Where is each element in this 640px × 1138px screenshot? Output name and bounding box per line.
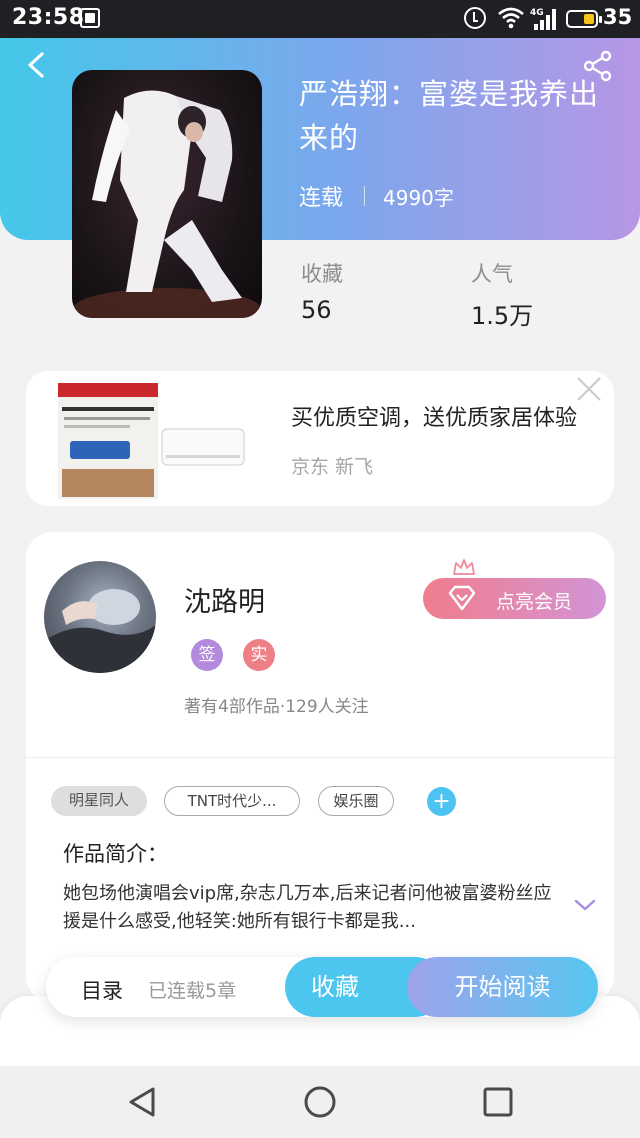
alarm-icon — [464, 7, 486, 29]
popularity-count: 1.5万 — [471, 302, 534, 330]
ad-title[interactable]: 买优质空调，送优质家居体验 — [291, 400, 577, 432]
start-reading-button[interactable]: 开始阅读 — [407, 957, 598, 1017]
signed-badge: 签 — [191, 639, 223, 671]
section-divider — [26, 757, 614, 758]
verified-badge: 实 — [243, 639, 275, 671]
author-stats: 著有4部作品·129人关注 — [184, 697, 369, 717]
back-arrow-icon[interactable] — [24, 52, 50, 78]
tag-tnt[interactable]: TNT时代少... — [164, 786, 300, 816]
home-nav-icon[interactable] — [302, 1084, 338, 1120]
status-bar: 23:58 4G 35 — [0, 0, 640, 38]
crown-icon — [453, 559, 475, 575]
notification-icon — [80, 8, 100, 28]
intro-label: 作品简介： — [63, 842, 168, 866]
intro-text[interactable]: 她包场他演唱会vip席,杂志几万本,后来记者问他被富婆粉丝应援是什么感受,他轻笑… — [63, 880, 563, 936]
table-of-contents-button[interactable]: 目录 — [81, 975, 123, 1005]
tag-star-fanfic[interactable]: 明星同人 — [51, 786, 147, 816]
recents-nav-icon[interactable] — [480, 1084, 516, 1120]
close-icon[interactable] — [576, 376, 602, 402]
popularity-label: 人气 — [471, 262, 513, 286]
vip-button-label: 点亮会员 — [496, 591, 573, 613]
favorites-label: 收藏 — [301, 262, 343, 286]
activate-vip-button[interactable]: 点亮会员 — [423, 578, 606, 619]
author-avatar[interactable] — [44, 561, 156, 673]
serialization-status: 连载 — [299, 186, 344, 211]
tag-entertainment[interactable]: 娱乐圈 — [318, 786, 394, 816]
divider — [364, 186, 365, 206]
chapter-count: 已连载5章 — [148, 980, 237, 1002]
ad-image[interactable] — [58, 383, 248, 499]
book-title: 严浩翔：富婆是我养出来的 — [299, 77, 600, 155]
chevron-down-icon[interactable] — [574, 898, 596, 912]
word-count: 4990字 — [383, 186, 454, 210]
battery-percent: 35 — [603, 5, 633, 29]
status-time: 23:58 — [12, 5, 85, 30]
battery-icon — [566, 10, 602, 28]
add-tag-button[interactable]: + — [427, 787, 456, 816]
author-name[interactable]: 沈路明 — [184, 580, 265, 619]
book-cover-image[interactable] — [72, 70, 262, 318]
signal-icon: 4G — [530, 8, 556, 30]
diamond-icon — [448, 585, 476, 611]
network-type-label: 4G — [530, 8, 544, 18]
favorites-count: 56 — [301, 296, 332, 324]
back-nav-icon[interactable] — [125, 1084, 161, 1120]
ad-source: 京东 新飞 — [291, 456, 374, 478]
wifi-icon — [498, 7, 524, 29]
